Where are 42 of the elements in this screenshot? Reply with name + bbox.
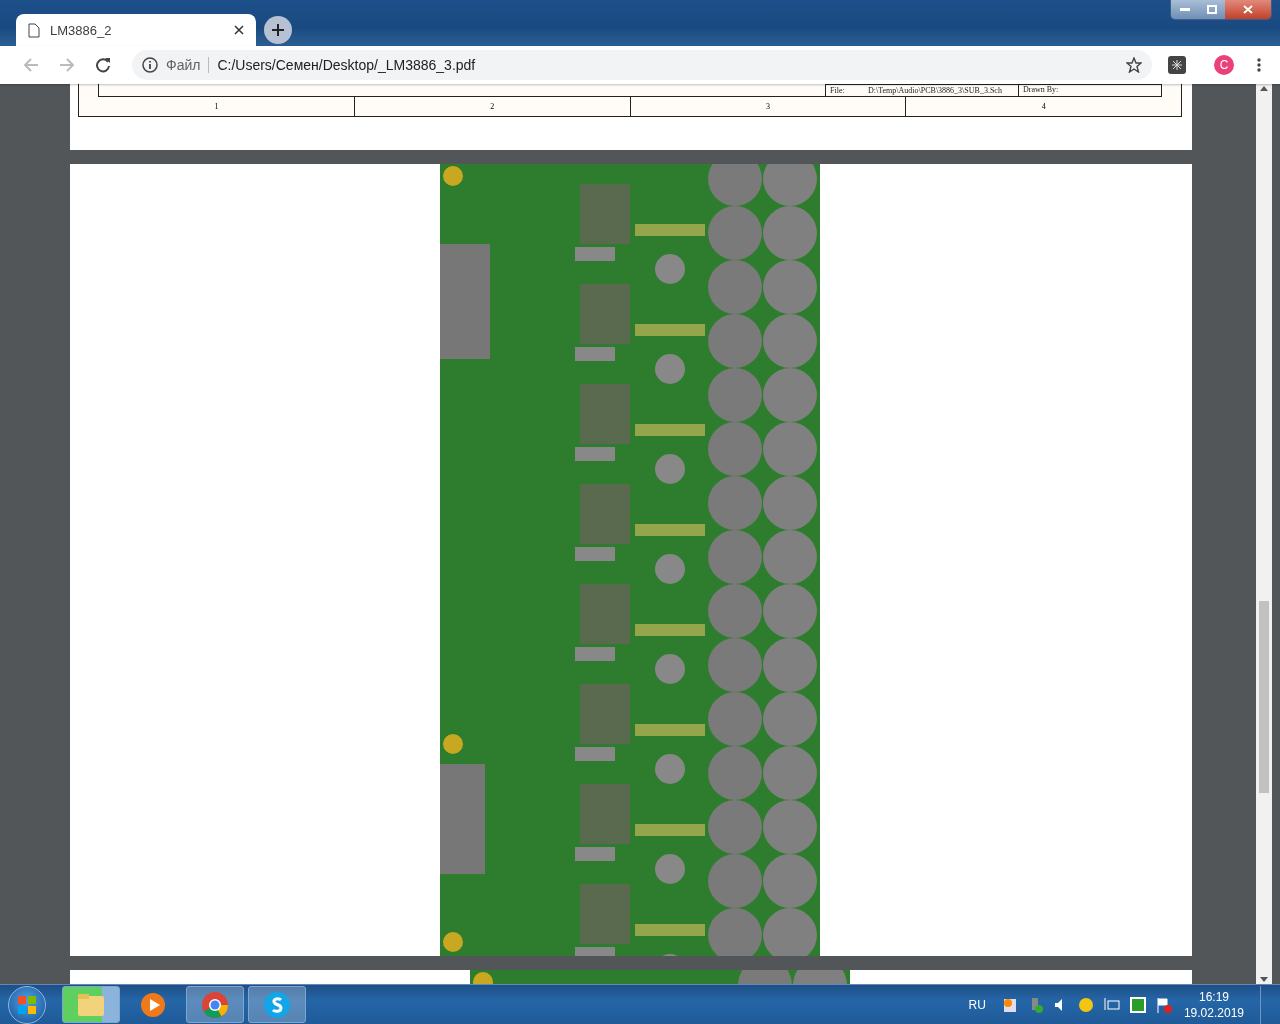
zone-number: 4 [1040,101,1047,113]
close-window-button[interactable] [1225,0,1271,19]
maximize-icon [1206,5,1217,14]
scheme-label: Файл [166,57,210,73]
clock-time: 16:19 [1198,988,1229,1005]
taskbar-app-button[interactable] [248,986,306,1023]
folder-icon [76,991,106,1018]
document-icon [28,22,40,38]
url-text: C:/Users/Семен/Desktop/_LM3886_3.pdf [217,57,477,73]
minimize-button[interactable] [1171,0,1198,19]
clock[interactable]: 16:19 19.02.2019 [1183,988,1244,1021]
flag-icon[interactable] [1155,996,1172,1013]
chat-logo-icon [263,990,291,1019]
title-block-label: Drawn By: [1018,85,1161,96]
scrollbar[interactable] [1256,84,1272,984]
file-path: D:\Temp\Audio\PCB\3886_3\SUB_3.Sch [868,86,1003,95]
browser-logo-icon [201,990,229,1019]
close-icon [1243,5,1253,14]
zone-number: 2 [354,97,631,116]
plus-icon [271,23,285,37]
extension-icon[interactable] [1166,54,1188,76]
new-tab-button[interactable] [264,16,292,44]
address-bar[interactable]: Файл C:/Users/Семен/Desktop/_LM3886_3.pdf [132,50,1152,80]
star-icon[interactable] [1126,57,1142,73]
profile-avatar[interactable]: C [1214,55,1234,75]
clock-date: 19.02.2019 [1183,1004,1244,1021]
minimize-icon [1179,7,1190,12]
info-icon[interactable] [142,57,158,73]
close-icon[interactable] [234,25,244,35]
scroll-up-icon[interactable] [1260,86,1268,91]
tab-title: LM3886_2 [50,22,113,38]
start-button[interactable] [8,985,46,1024]
scrollbar-thumb[interactable] [1259,601,1269,793]
windows-logo-icon [17,994,37,1015]
maximize-button[interactable] [1198,0,1225,19]
language-indicator[interactable]: RU [968,997,986,1012]
scroll-down-icon[interactable] [1260,977,1268,982]
browser-tab[interactable]: LM3886_2 [16,14,256,46]
zone-number: 3 [630,97,907,116]
zone-number: 1 [79,97,355,116]
title-block-label: File: [829,86,846,95]
play-icon [140,991,166,1018]
